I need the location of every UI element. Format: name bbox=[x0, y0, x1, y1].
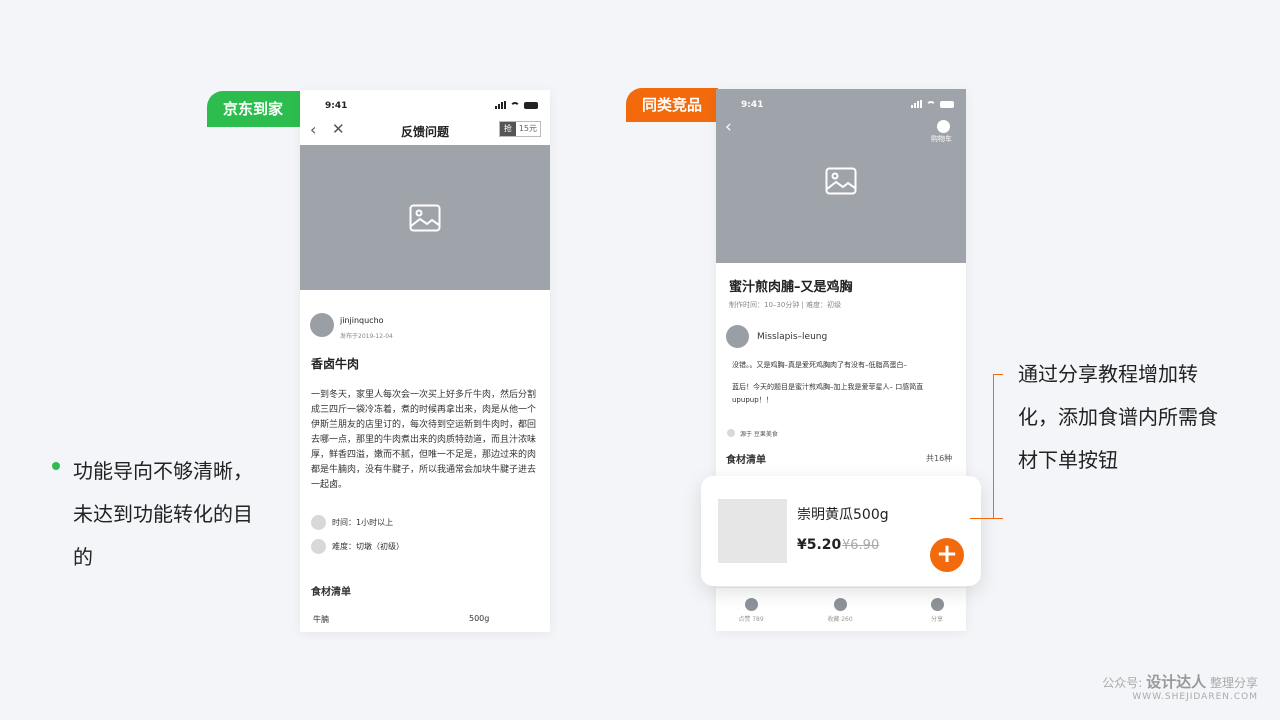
tab-bar: 点赞 789 收藏 260 分享 bbox=[716, 587, 966, 631]
battery-icon bbox=[524, 102, 538, 109]
connector-line-h bbox=[970, 518, 994, 519]
status-time: 9:41 bbox=[741, 100, 764, 110]
status-bar: 9:41 bbox=[300, 90, 550, 118]
jd-tag: 京东到家 bbox=[207, 91, 302, 127]
recipe-meta: 制作时间：10–30分钟 | 难度：初级 bbox=[729, 301, 842, 309]
product-name: 崇明黄瓜500g bbox=[797, 507, 889, 523]
cart-label[interactable]: 购物车 bbox=[931, 134, 952, 144]
ingredients-count: 共16种 bbox=[926, 454, 953, 463]
difficulty-icon bbox=[311, 539, 326, 554]
phone-jd: 9:41 ‹ ✕ 反馈问题 抢 15元 jinjinqucho 发布于2019-… bbox=[300, 90, 550, 632]
competitor-tag: 同类竞品 bbox=[626, 88, 718, 122]
product-old-price: ¥6.90 bbox=[842, 538, 880, 553]
image-icon bbox=[409, 204, 441, 231]
ingredient-qty: 500g bbox=[469, 614, 490, 623]
product-thumbnail bbox=[718, 499, 787, 563]
coupon-grab: 抢 bbox=[499, 122, 516, 136]
avatar[interactable] bbox=[310, 313, 334, 337]
back-icon[interactable]: ‹ bbox=[725, 117, 732, 137]
source-icon bbox=[727, 429, 735, 437]
wifi-icon bbox=[510, 102, 520, 109]
post-date: 发布于2019-12-04 bbox=[340, 333, 393, 340]
recipe-image bbox=[300, 145, 550, 290]
connector-line bbox=[993, 374, 1003, 519]
signal-icon bbox=[911, 100, 922, 108]
like-icon bbox=[744, 598, 758, 611]
image-icon bbox=[825, 167, 857, 195]
post-text-2: 蓝后！今天的题目是蜜汁煎鸡胸–加上我是爱菲星人– 口感简直upupup！！ bbox=[732, 383, 924, 404]
ingredients-title: 食材清单 bbox=[726, 455, 766, 466]
recipe-title: 香卤牛肉 bbox=[311, 357, 360, 371]
recipe-body: 一到冬天，家里人每次会一次买上好多斤牛肉，然后分割成三四斤一袋冷冻着，煮的时候再… bbox=[311, 390, 537, 490]
avatar[interactable] bbox=[726, 325, 749, 348]
wifi-icon bbox=[926, 101, 936, 108]
favorite-icon bbox=[833, 598, 847, 611]
tab-like[interactable]: 点赞 789 bbox=[726, 598, 776, 623]
post-text-1: 没错。。又是鸡胸–真是爱死鸡胸肉了有没有–低脂高蛋白– bbox=[732, 361, 907, 369]
clock-icon bbox=[311, 515, 326, 530]
battery-icon bbox=[940, 101, 954, 108]
note-right: 通过分享教程增加转化，添加食谱内所需食材下单按钮 bbox=[1018, 362, 1218, 472]
tab-share[interactable]: 分享 bbox=[912, 598, 962, 623]
username[interactable]: Misslapis–leung bbox=[757, 332, 827, 342]
coupon-amount: 15元 bbox=[518, 124, 537, 133]
difficulty-label: 难度：切墩（初级） bbox=[332, 542, 404, 551]
status-time: 9:41 bbox=[325, 101, 348, 111]
tab-favorite[interactable]: 收藏 260 bbox=[815, 598, 865, 623]
signal-icon bbox=[495, 101, 506, 109]
cart-icon[interactable] bbox=[937, 120, 950, 133]
ingredient-name: 牛腩 bbox=[313, 615, 329, 624]
watermark: 公众号: 设计达人 整理分享 WWW.SHEJIDAREN.COM bbox=[1102, 673, 1258, 702]
source-label: 源于 豆果美食 bbox=[740, 431, 778, 438]
status-bar: 9:41 bbox=[716, 89, 966, 117]
recipe-title: 蜜汁煎肉脯–又是鸡胸 bbox=[729, 280, 853, 295]
product-card[interactable]: 崇明黄瓜500g ¥5.20 ¥6.90 + bbox=[701, 476, 981, 586]
ingredients-title: 食材清单 bbox=[311, 587, 351, 598]
username[interactable]: jinjinqucho bbox=[340, 316, 384, 325]
bullet-dot bbox=[52, 462, 60, 470]
coupon-chip[interactable]: 抢 15元 bbox=[498, 121, 541, 137]
share-icon bbox=[930, 598, 944, 611]
product-price: ¥5.20 bbox=[797, 537, 842, 553]
add-to-cart-button[interactable]: + bbox=[930, 538, 964, 572]
nav-bar: ‹ ✕ 反馈问题 抢 15元 bbox=[300, 118, 550, 144]
time-label: 时间：1小时以上 bbox=[332, 518, 394, 527]
note-left: 功能导向不够清晰，未达到功能转化的目的 bbox=[73, 459, 253, 569]
